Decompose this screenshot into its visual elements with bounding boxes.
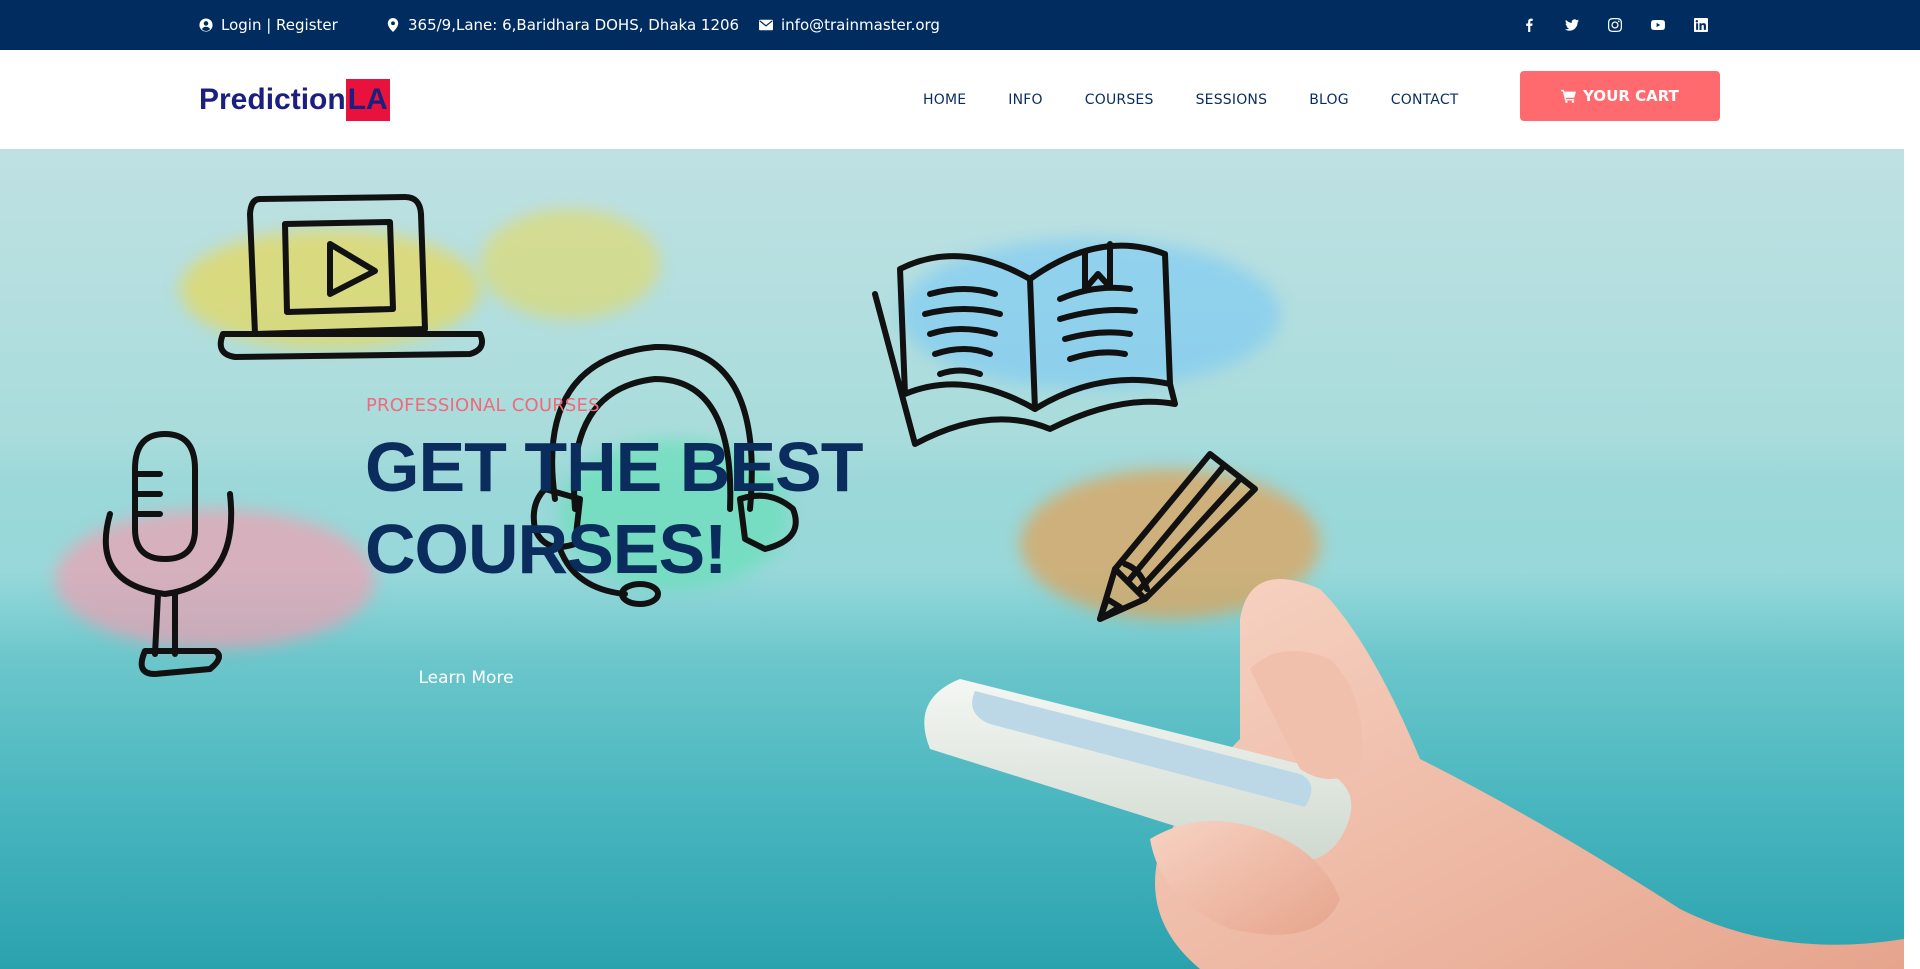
hero-banner: PROFESSIONAL COURSES GET THE BEST COURSE… [0, 149, 1904, 969]
instagram-link[interactable] [1593, 0, 1636, 50]
logo-text-accent: LA [345, 79, 390, 121]
facebook-icon [1525, 18, 1533, 32]
your-cart-button[interactable]: YOUR CART [1520, 71, 1720, 121]
linkedin-link[interactable] [1679, 0, 1722, 50]
shopping-cart-icon [1561, 89, 1577, 103]
facebook-link[interactable] [1507, 0, 1550, 50]
learn-more-button[interactable]: Learn More [366, 653, 566, 703]
login-register-link[interactable]: Login | Register [199, 0, 338, 50]
social-links [1507, 0, 1722, 50]
linkedin-icon [1693, 18, 1708, 32]
learn-more-label[interactable]: Learn More [418, 668, 513, 688]
nav-contact[interactable]: CONTACT [1391, 92, 1459, 108]
hero-title: GET THE BEST COURSES! [365, 428, 863, 588]
site-logo[interactable]: Prediction LA [199, 78, 390, 122]
nav-sessions[interactable]: SESSIONS [1196, 92, 1268, 108]
envelope-icon [759, 19, 773, 31]
nav-blog[interactable]: BLOG [1309, 92, 1349, 108]
your-cart-label[interactable]: YOUR CART [1583, 87, 1679, 105]
main-navbar: Prediction LA HOME INFO COURSES SESSIONS … [0, 50, 1920, 149]
laptop-play-icon [217, 194, 485, 360]
nav-home[interactable]: HOME [923, 92, 966, 108]
twitter-icon [1564, 19, 1579, 31]
email[interactable]: info@trainmaster.org [759, 0, 940, 50]
hand-holding-phone [900, 579, 1904, 969]
microphone-icon [102, 431, 235, 677]
youtube-icon [1650, 19, 1665, 31]
nav-info[interactable]: INFO [1008, 92, 1042, 108]
email-text[interactable]: info@trainmaster.org [781, 16, 940, 34]
instagram-icon [1607, 18, 1622, 32]
address-text: 365/9,Lane: 6,Baridhara DOHS, Dhaka 1206 [408, 16, 740, 34]
logo-text-main: Prediction [199, 83, 346, 116]
top-bar: Login | Register 365/9,Lane: 6,Baridhara… [0, 0, 1920, 50]
twitter-link[interactable] [1550, 0, 1593, 50]
microphone-doodle [90, 429, 240, 679]
user-circle-icon [199, 18, 213, 32]
map-pin-icon [387, 18, 399, 32]
main-menu: HOME INFO COURSES SESSIONS BLOG CONTACT [923, 50, 1501, 149]
page-scrollbar-track[interactable] [1904, 149, 1920, 969]
nav-courses[interactable]: COURSES [1085, 92, 1154, 108]
address: 365/9,Lane: 6,Baridhara DOHS, Dhaka 1206 [386, 0, 739, 50]
open-book-doodle [870, 219, 1180, 449]
laptop-play-doodle [215, 189, 490, 369]
hero-subtitle: PROFESSIONAL COURSES [366, 395, 600, 416]
yellow-splash-2 [480, 209, 660, 319]
youtube-link[interactable] [1636, 0, 1679, 50]
open-book-icon [872, 241, 1178, 447]
login-register-text[interactable]: Login | Register [221, 16, 338, 34]
